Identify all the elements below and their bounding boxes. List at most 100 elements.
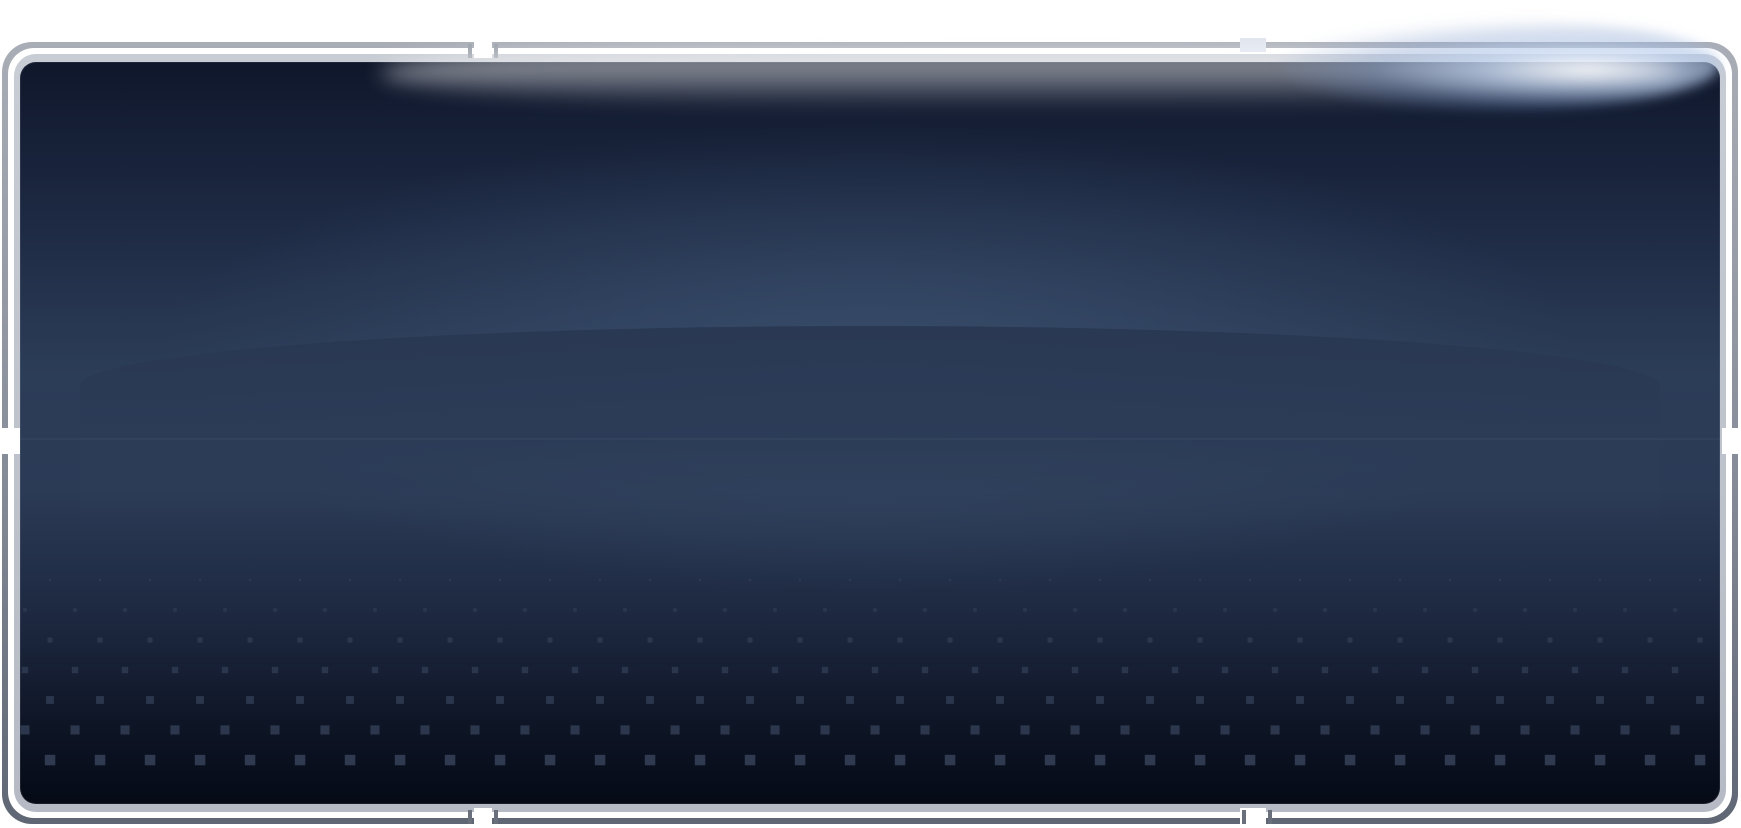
halftone-dot <box>523 608 527 612</box>
halftone-dot <box>1171 666 1179 674</box>
halftone-dot <box>1694 754 1706 766</box>
halftone-dot <box>1571 666 1579 674</box>
halftone-dot <box>620 725 630 735</box>
halftone-dot <box>173 608 177 612</box>
halftone-dot <box>1323 608 1327 612</box>
display-frame-stage <box>0 0 1741 828</box>
halftone-dot <box>670 725 680 735</box>
halftone-dot <box>1120 725 1130 735</box>
halftone-dot <box>220 725 230 735</box>
halftone-dot <box>524 549 526 551</box>
halftone-dot <box>673 608 677 612</box>
display-screen <box>20 62 1720 804</box>
halftone-dot <box>724 549 726 551</box>
halftone-dot <box>696 696 704 704</box>
halftone-dot <box>1220 725 1230 735</box>
halftone-dot <box>594 754 606 766</box>
halftone-dot <box>947 637 953 643</box>
halftone-dot <box>1646 696 1654 704</box>
halftone-dot <box>196 696 204 704</box>
halftone-dot <box>574 549 576 551</box>
halftone-dot <box>1246 696 1254 704</box>
halftone-dot <box>498 578 502 582</box>
halftone-dot <box>1598 578 1602 582</box>
halftone-dot <box>1070 725 1080 735</box>
halftone-dot <box>774 549 776 551</box>
halftone-dot <box>1198 578 1202 582</box>
halftone-dot <box>747 637 753 643</box>
halftone-dot <box>723 608 727 612</box>
halftone-dot <box>1270 725 1280 735</box>
halftone-dot <box>1123 608 1127 612</box>
halftone-dot <box>1021 666 1029 674</box>
halftone-dot <box>797 637 803 643</box>
halftone-dot <box>694 754 706 766</box>
halftone-dot <box>1524 549 1526 551</box>
halftone-dot <box>974 549 976 551</box>
halftone-dot <box>874 549 876 551</box>
halftone-dot <box>1174 549 1176 551</box>
halftone-dot <box>346 696 354 704</box>
halftone-dot <box>998 578 1002 582</box>
halftone-dot <box>1394 754 1406 766</box>
halftone-dot <box>720 725 730 735</box>
halftone-dot <box>1074 549 1076 551</box>
halftone-dot <box>623 608 627 612</box>
halftone-dot <box>474 549 476 551</box>
halftone-dot <box>648 578 652 582</box>
halftone-dot <box>1623 608 1627 612</box>
halftone-dot <box>570 725 580 735</box>
halftone-dot <box>697 637 703 643</box>
halftone-dot <box>1497 637 1503 643</box>
halftone-dot <box>1521 666 1529 674</box>
halftone-dot <box>546 696 554 704</box>
halftone-dot <box>1548 578 1552 582</box>
halftone-dot <box>1423 608 1427 612</box>
halftone-dot <box>920 725 930 735</box>
halftone-dot <box>373 608 377 612</box>
halftone-dot <box>1048 578 1052 582</box>
halftone-dot <box>1573 608 1577 612</box>
halftone-dot <box>420 725 430 735</box>
halftone-dot <box>748 578 752 582</box>
halftone-dot <box>1470 725 1480 735</box>
halftone-dot <box>1094 754 1106 766</box>
halftone-dot <box>194 754 206 766</box>
halftone-dot <box>1647 637 1653 643</box>
halftone-dot <box>1197 637 1203 643</box>
halftone-dot <box>1271 666 1279 674</box>
halftone-dot <box>1674 549 1676 551</box>
halftone-dot <box>971 666 979 674</box>
halftone-dot <box>1424 549 1426 551</box>
halftone-dot <box>348 578 352 582</box>
halftone-dot <box>547 637 553 643</box>
halftone-dot <box>847 637 853 643</box>
halftone-dot <box>1546 696 1554 704</box>
halftone-dot <box>771 666 779 674</box>
halftone-dot <box>1224 549 1226 551</box>
halftone-dot <box>821 666 829 674</box>
halftone-dot <box>73 608 77 612</box>
halftone-dot <box>1274 549 1276 551</box>
halftone-dot <box>520 725 530 735</box>
halftone-dot <box>897 637 903 643</box>
halftone-dot <box>96 696 104 704</box>
halftone-dot <box>1371 666 1379 674</box>
halftone-dot <box>1124 549 1126 551</box>
halftone-dot <box>773 608 777 612</box>
halftone-dot <box>770 725 780 735</box>
halftone-dot <box>144 754 156 766</box>
halftone-dot <box>1347 637 1353 643</box>
halftone-dot <box>121 666 129 674</box>
halftone-dot <box>270 725 280 735</box>
halftone-dot <box>1448 578 1452 582</box>
halftone-dot <box>1596 696 1604 704</box>
halftone-dot <box>394 754 406 766</box>
halftone-dot <box>824 549 826 551</box>
halftone-dot <box>1144 754 1156 766</box>
halftone-dot <box>894 754 906 766</box>
halftone-dot <box>1024 549 1026 551</box>
halftone-dot <box>323 608 327 612</box>
halftone-dot <box>297 637 303 643</box>
halftone-dot <box>1696 696 1704 704</box>
